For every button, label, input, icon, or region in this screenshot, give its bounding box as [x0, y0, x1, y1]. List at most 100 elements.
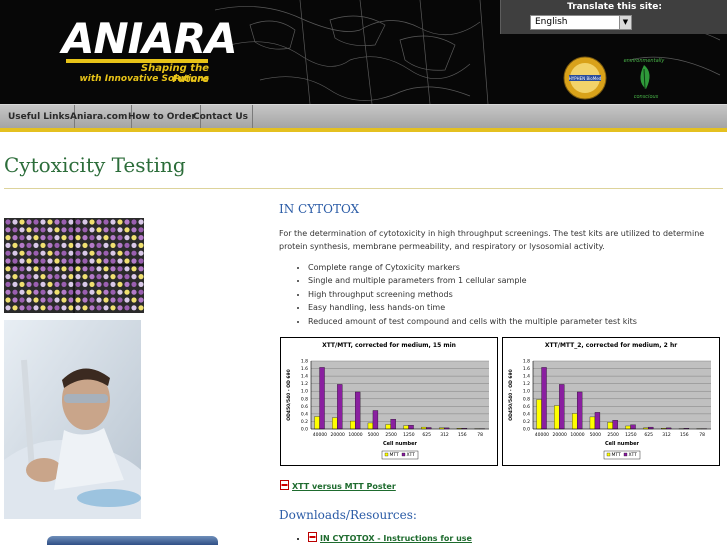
plate-well [5, 219, 11, 225]
plate-well [5, 266, 11, 272]
plate-well [75, 242, 81, 248]
nav-item-contact-us[interactable]: Contact Us [189, 105, 254, 129]
bar-xtt [541, 367, 547, 430]
plate-well [117, 242, 123, 248]
plate-well [131, 281, 137, 287]
legend-label: MTT [612, 452, 622, 458]
logo-wordmark: ANIARA [62, 14, 238, 63]
plate-well [110, 227, 116, 233]
plate-well [96, 242, 102, 248]
plate-well [61, 258, 67, 264]
legend-swatch [623, 452, 628, 457]
plate-well [110, 305, 116, 311]
eco-top-text: environmentally [624, 58, 666, 64]
y-tick-label: 0.4 [523, 411, 530, 417]
y-tick-label: 1.2 [523, 381, 530, 387]
translate-label: Translate this site: [567, 2, 662, 12]
bar-xtt [594, 412, 601, 430]
intro-paragraph: For the determination of cytotoxicity in… [279, 229, 705, 251]
plate-well [12, 235, 18, 241]
y-tick-label: 1.6 [301, 366, 308, 372]
plate-well [89, 219, 95, 225]
plate-well [96, 289, 102, 295]
plate-well [61, 297, 67, 303]
plate-well [47, 297, 53, 303]
plate-well [110, 266, 116, 272]
plate-well [40, 258, 46, 264]
x-tick-label: 40000 [535, 432, 549, 438]
plate-well [131, 274, 137, 280]
bar-mtt [350, 420, 356, 430]
plate-well [61, 242, 67, 248]
x-tick-label: 78 [477, 432, 483, 438]
y-tick-label: 0.6 [301, 404, 308, 410]
plate-well [117, 227, 123, 233]
plate-well [124, 289, 130, 295]
plate-well [47, 281, 53, 287]
plate-well [138, 250, 144, 256]
plate-well [68, 235, 74, 241]
plate-well [47, 242, 53, 248]
bar-xtt [559, 384, 565, 430]
plate-well [68, 227, 74, 233]
plate-well [117, 297, 123, 303]
plate-well [54, 242, 60, 248]
plate-well [103, 250, 109, 256]
plate-well [89, 227, 95, 233]
plate-well [26, 305, 32, 311]
x-tick-label: 20000 [331, 432, 345, 438]
environmentally-conscious-leaf-icon: environmentally conscious [624, 58, 666, 100]
plate-well [89, 281, 95, 287]
plate-well [131, 219, 137, 225]
poster-link-label: XTT versus MTT Poster [292, 482, 396, 491]
plate-well [124, 266, 130, 272]
poster-link[interactable]: XTT versus MTT Poster [280, 480, 396, 491]
plate-well [103, 289, 109, 295]
chart-15min: XTT/MTT, corrected for medium, 15 min 0.… [280, 337, 498, 466]
plate-well [89, 305, 95, 311]
plate-well [47, 219, 53, 225]
plate-well [131, 258, 137, 264]
bar-mtt [403, 425, 409, 430]
plate-well [138, 305, 144, 311]
plate-well [40, 274, 46, 280]
bar-mtt [625, 425, 631, 430]
legend-label: MTT [390, 452, 400, 458]
y-tick-label: 1.2 [301, 381, 308, 387]
x-tick-label: 625 [422, 432, 431, 438]
plate-well [103, 258, 109, 264]
language-select[interactable]: English ▼ [530, 15, 632, 30]
plate-well [75, 297, 81, 303]
plate-well [19, 289, 25, 295]
plate-well [110, 281, 116, 287]
aniara-logo[interactable]: ANIARA [62, 14, 238, 63]
chevron-down-icon[interactable]: ▼ [619, 16, 631, 29]
bar-mtt [554, 405, 560, 430]
plate-well [75, 274, 81, 280]
plate-well [96, 274, 102, 280]
badge-label: HYPHEN BioMed [569, 76, 602, 81]
plate-well [19, 274, 25, 280]
plate-well [33, 274, 39, 280]
plate-well [131, 297, 137, 303]
x-tick-label: 10000 [348, 432, 362, 438]
download-link[interactable]: IN CYTOTOX - Instructions for use [320, 534, 472, 543]
plate-well [103, 242, 109, 248]
nav-item-useful-links[interactable]: Useful Links [4, 105, 75, 129]
plate-well [117, 258, 123, 264]
plate-well [138, 227, 144, 233]
nav-item-aniara-com[interactable]: Aniara.com [66, 105, 133, 129]
bar-mtt [314, 416, 320, 430]
feature-item: Complete range of Cytoxicity markers [308, 261, 637, 274]
plate-well [82, 242, 88, 248]
plate-well [89, 258, 95, 264]
plate-well [117, 274, 123, 280]
y-tick-label: 1.8 [523, 359, 530, 365]
plate-well [26, 235, 32, 241]
plate-well [12, 219, 18, 225]
plate-well [82, 289, 88, 295]
plate-well [131, 305, 137, 311]
plate-well [68, 258, 74, 264]
plate-well [117, 281, 123, 287]
plate-well [12, 250, 18, 256]
